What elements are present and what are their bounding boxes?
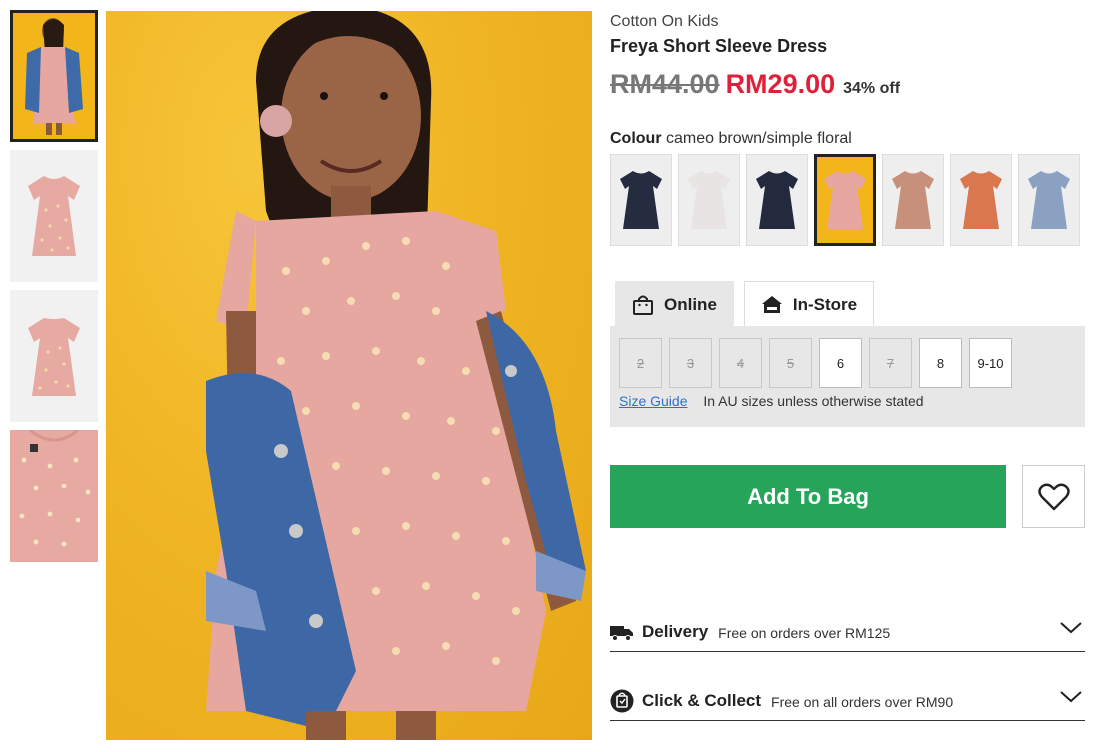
- colour-swatch-3[interactable]: [746, 154, 808, 246]
- chevron-down-icon: [1060, 691, 1082, 703]
- size-option-9-10[interactable]: 9-10: [969, 338, 1012, 388]
- click-collect-accordion[interactable]: Click & Collect Free on all orders over …: [610, 681, 1085, 721]
- colour-swatch-2[interactable]: [678, 154, 740, 246]
- thumbnail-3[interactable]: [10, 290, 98, 422]
- original-price: RM44.00: [610, 69, 720, 99]
- heart-icon: [1037, 483, 1070, 510]
- brand-name[interactable]: Cotton On Kids: [610, 13, 1086, 31]
- tab-in-store-label: In-Store: [792, 294, 858, 314]
- store-icon: [761, 295, 782, 313]
- dress-front-thumbnail: [28, 176, 80, 256]
- main-product-image[interactable]: [106, 11, 592, 740]
- fabric-detail-thumbnail: [10, 430, 98, 562]
- delivery-subtitle: Free on orders over RM125: [718, 624, 891, 641]
- size-guide-note: In AU sizes unless otherwise stated: [703, 393, 924, 409]
- dress-swatch-image: [892, 171, 934, 229]
- chevron-down-icon: [1060, 622, 1082, 634]
- delivery-accordion[interactable]: Delivery Free on orders over RM125: [610, 612, 1085, 652]
- thumbnail-4[interactable]: [10, 430, 98, 562]
- click-collect-subtitle: Free on all orders over RM90: [771, 693, 954, 710]
- bag-icon: [633, 295, 653, 315]
- dress-swatch-image: [756, 171, 798, 229]
- click-collect-title: Click & Collect: [642, 690, 762, 710]
- delivery-title: Delivery: [642, 621, 709, 641]
- tab-in-store[interactable]: In-Store: [743, 281, 875, 327]
- dress-swatch-image: [1028, 171, 1070, 229]
- model-illustration: [206, 11, 586, 740]
- colour-swatch-6[interactable]: [950, 154, 1012, 246]
- dress-swatch-image: [824, 171, 866, 229]
- thumbnail-2[interactable]: [10, 150, 98, 282]
- thumbnail-list: [10, 10, 100, 570]
- product-info: Cotton On Kids Freya Short Sleeve Dress …: [610, 10, 1086, 246]
- size-option-7[interactable]: 7: [869, 338, 912, 388]
- dress-swatch-image: [960, 171, 1002, 229]
- thumbnail-1[interactable]: [10, 10, 98, 142]
- size-option-8[interactable]: 8: [919, 338, 962, 388]
- size-option-3[interactable]: 3: [669, 338, 712, 388]
- colour-label-row: Colour cameo brown/simple floral: [610, 130, 1086, 148]
- colour-swatch-4[interactable]: [814, 154, 876, 246]
- tab-online-label: Online: [664, 294, 717, 314]
- size-option-5[interactable]: 5: [769, 338, 812, 388]
- truck-icon: [610, 625, 633, 641]
- size-option-4[interactable]: 4: [719, 338, 762, 388]
- wishlist-button[interactable]: [1022, 465, 1085, 528]
- size-panel: 2 3 4 5 6 7 8 9-10 Size Guide In AU sizes unles…: [610, 326, 1085, 427]
- size-option-6[interactable]: 6: [819, 338, 862, 388]
- availability-tabs: Online In-Store: [615, 281, 884, 327]
- colour-label: Colour: [610, 130, 662, 147]
- discount-badge: 34% off: [843, 80, 901, 97]
- colour-swatches: [610, 154, 1086, 246]
- size-guide-row: Size Guide In AU sizes unless otherwise …: [619, 393, 924, 409]
- colour-swatch-5[interactable]: [882, 154, 944, 246]
- price-row: RM44.00 RM29.00 34% off: [610, 69, 1086, 100]
- dress-swatch-image: [688, 171, 730, 229]
- sale-price: RM29.00: [725, 69, 836, 99]
- model-thumbnail-image: [25, 18, 83, 135]
- colour-value: cameo brown/simple floral: [666, 130, 852, 147]
- tab-online[interactable]: Online: [615, 281, 734, 327]
- collect-icon: [610, 689, 634, 712]
- size-guide-link[interactable]: Size Guide: [619, 393, 687, 409]
- add-to-bag-button[interactable]: Add To Bag: [610, 465, 1006, 528]
- product-title: Freya Short Sleeve Dress: [610, 36, 828, 56]
- dress-swatch-image: [620, 171, 662, 229]
- colour-swatch-1[interactable]: [610, 154, 672, 246]
- colour-swatch-7[interactable]: [1018, 154, 1080, 246]
- size-option-2[interactable]: 2: [619, 338, 662, 388]
- dress-back-thumbnail: [28, 318, 80, 396]
- size-options: 2 3 4 5 6 7 8 9-10: [619, 338, 1019, 388]
